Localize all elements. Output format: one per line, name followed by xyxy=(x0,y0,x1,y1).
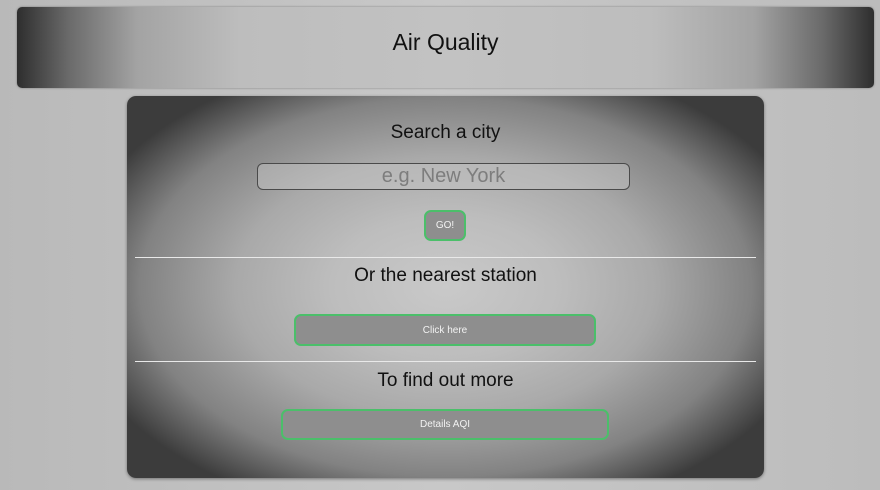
nearest-station-heading: Or the nearest station xyxy=(354,265,537,286)
find-out-more-heading: To find out more xyxy=(377,370,514,391)
go-button[interactable]: GO! xyxy=(424,210,466,241)
nearest-station-button[interactable]: Click here xyxy=(294,314,596,346)
search-heading: Search a city xyxy=(390,122,501,143)
page-title: Air Quality xyxy=(392,29,499,55)
app-header: Air Quality xyxy=(17,7,874,88)
search-card: Search a city GO! Or the nearest station… xyxy=(127,96,764,478)
section-divider xyxy=(135,257,756,258)
section-divider xyxy=(135,361,756,362)
details-aqi-button[interactable]: Details AQI xyxy=(281,409,609,440)
city-search-input[interactable] xyxy=(257,163,630,190)
